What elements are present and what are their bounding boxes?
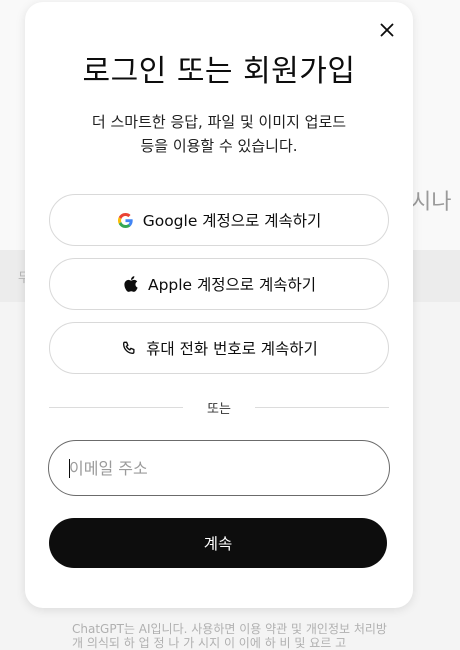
background-footer-text: ChatGPT는 AI입니다. 사용하면 이용 약관 및 개인정보 처리방 개 …	[72, 622, 460, 650]
text-caret	[69, 459, 70, 478]
apple-icon	[122, 275, 140, 293]
divider-line-left	[49, 406, 184, 408]
subtitle-line-1: 더 스마트한 응답, 파일 및 이미지 업로드	[91, 113, 347, 131]
modal-title: 로그인 또는 회원가입	[82, 54, 356, 89]
continue-with-apple-button[interactable]: Apple 계정으로 계속하기	[49, 258, 389, 310]
subtitle-line-2: 등을 이용할 수 있습니다.	[140, 137, 298, 155]
background-footer-line-2: 개 의식되 하 업 정 나 가 시지 이 이에 하 비 및 요르 고	[72, 636, 347, 650]
apple-button-label: Apple 계정으로 계속하기	[147, 276, 317, 294]
divider-text: 또는	[207, 401, 231, 417]
phone-icon	[120, 339, 138, 357]
google-icon	[117, 211, 135, 229]
modal-subtitle: 더 스마트한 응답, 파일 및 이미지 업로드 등을 이용할 수 있습니다.	[55, 110, 383, 158]
email-field[interactable]	[48, 440, 390, 496]
email-input[interactable]	[69, 441, 379, 495]
google-button-label: Google 계정으로 계속하기	[142, 212, 322, 230]
background-footer-line-1: ChatGPT는 AI입니다. 사용하면 이용 약관 및 개인정보 처리방	[72, 622, 387, 636]
continue-with-phone-button[interactable]: 휴대 전화 번호로 계속하기	[49, 322, 389, 374]
close-button[interactable]	[375, 18, 399, 42]
divider-line-right	[254, 406, 390, 408]
close-icon	[380, 23, 394, 37]
phone-button-label: 휴대 전화 번호로 계속하기	[146, 340, 318, 358]
login-modal: 로그인 또는 회원가입 더 스마트한 응답, 파일 및 이미지 업로드 등을 이…	[25, 2, 413, 608]
continue-with-google-button[interactable]: Google 계정으로 계속하기	[49, 194, 389, 246]
continue-button[interactable]: 계속	[49, 518, 387, 568]
or-divider: 또는	[49, 396, 390, 418]
